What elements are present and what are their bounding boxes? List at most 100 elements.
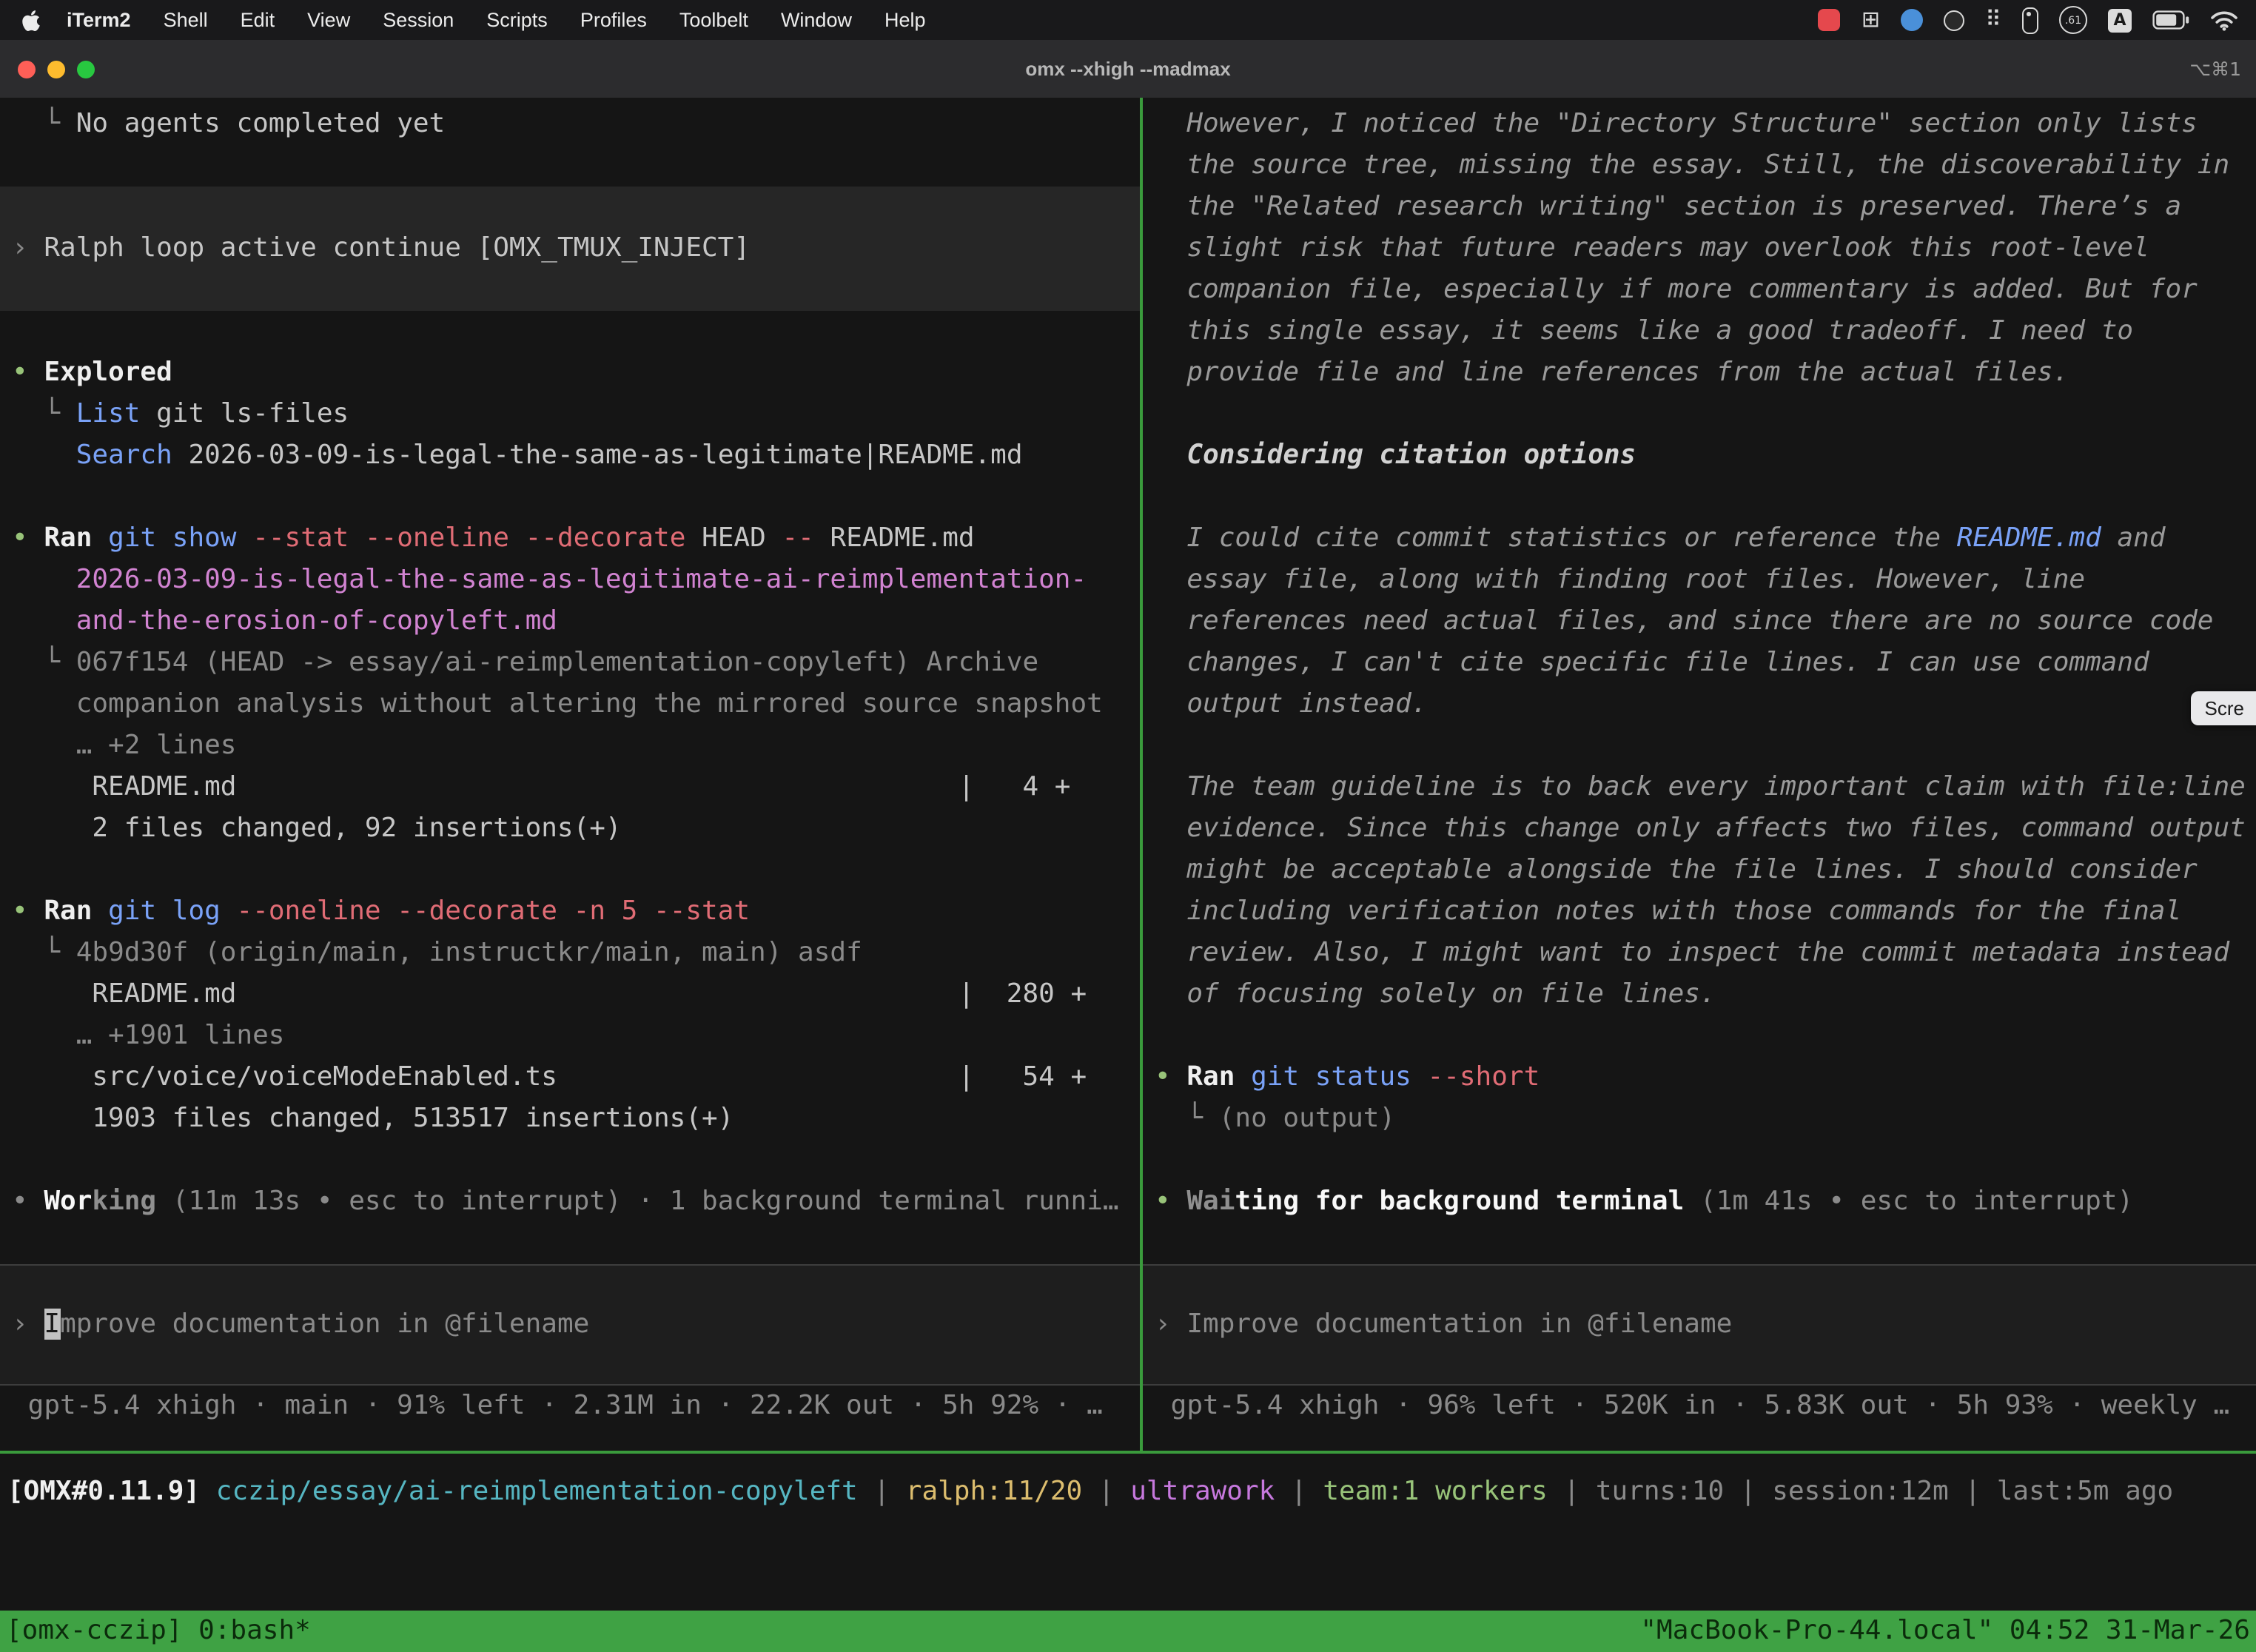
text-segment: the "Related research writing" section i… (1155, 191, 2181, 222)
text-segment: 2026-03-09-is-legal-the-same-as-legitima… (172, 440, 1023, 471)
terminal-line: The team guideline is to back every impo… (1143, 767, 2256, 808)
prompt-input-right[interactable]: › Improve documentation in @filename (1143, 1264, 2256, 1386)
text-segment: | (1949, 1476, 1997, 1507)
text-segment: and (2101, 523, 2166, 554)
dots-grid-icon[interactable]: ⠿ (1985, 9, 2001, 31)
apple-menu-icon[interactable] (21, 8, 41, 32)
menu-item-session[interactable]: Session (366, 9, 470, 31)
terminal-line: Considering citation options (1143, 435, 2256, 477)
text-segment: | (858, 1476, 906, 1507)
text-segment: gpt-5.4 xhigh · 96% left · 520K in · 5.8… (1155, 1390, 2229, 1421)
terminal-line: • Ran git log --oneline --decorate -n 5 … (0, 891, 1140, 933)
text-segment: git ls-files (140, 398, 349, 429)
terminal-line: review. Also, I might want to inspect th… (1143, 933, 2256, 974)
text-segment (1411, 1061, 1428, 1092)
text-segment: README.md | 280 + (12, 978, 1087, 1010)
omx-status-line: [OMX#0.11.9] cczip/essay/ai-reimplementa… (0, 1454, 2256, 1628)
menu-item-window[interactable]: Window (765, 9, 868, 31)
terminal-line: companion analysis without altering the … (0, 684, 1140, 725)
model-status-right: gpt-5.4 xhigh · 96% left · 520K in · 5.8… (1143, 1386, 2256, 1427)
window-shortcut: ⌥⌘1 (2189, 58, 2241, 80)
menu-item-toolbelt[interactable]: Toolbelt (663, 9, 765, 31)
battery-icon[interactable] (2152, 10, 2189, 30)
terminal-line: src/voice/voiceModeEnabled.ts | 54 + (0, 1057, 1140, 1098)
tmux-pane-left[interactable]: └ No agents completed yet› Ralph loop ac… (0, 98, 1140, 1451)
terminal-line (1143, 725, 2256, 767)
terminal-line: • Ran git show --stat --oneline --decora… (0, 518, 1140, 560)
text-segment: HEAD (685, 523, 782, 554)
tmux-session-window[interactable]: [omx-cczip] 0:bash* (6, 1611, 311, 1652)
text-segment: 067f154 (HEAD -> essay/ai-reimplementati… (76, 647, 1038, 678)
text-segment: Explored (44, 357, 172, 388)
screen: iTerm2ShellEditViewSessionScriptsProfile… (0, 0, 2256, 1652)
dark-app-icon[interactable] (1944, 10, 1964, 30)
menu-item-scripts[interactable]: Scripts (470, 9, 564, 31)
text-segment: Wai (1186, 1186, 1235, 1217)
menu-item-shell[interactable]: Shell (147, 9, 224, 31)
text-segment (92, 523, 108, 554)
text-segment (156, 1186, 172, 1217)
text-segment: › (1155, 1309, 1186, 1340)
text-segment: … +2 lines (12, 730, 236, 761)
text-segment: Ran (1186, 1061, 1235, 1092)
key-icon[interactable] (2022, 7, 2038, 33)
terminal-line: the "Related research writing" section i… (1143, 187, 2256, 228)
terminal-line: provide file and line references from th… (1143, 352, 2256, 394)
screen-recording-indicator-icon[interactable] (1819, 9, 1841, 31)
text-segment: --stat --oneline --decorate (252, 523, 685, 554)
menu-item-view[interactable]: View (291, 9, 366, 31)
terminal-line: … +2 lines (0, 725, 1140, 767)
menu-item-iterm2[interactable]: iTerm2 (50, 9, 147, 31)
text-segment: • (12, 1186, 44, 1217)
terminal-line (0, 477, 1140, 518)
text-segment: --short (1428, 1061, 1540, 1092)
text-segment (12, 440, 76, 471)
text-segment: README.md | 4 + (12, 771, 1071, 802)
text-segment: The team guideline is to back every impo… (1155, 771, 2246, 802)
text-segment: companion analysis without altering the … (12, 688, 1103, 719)
text-segment: └ (12, 398, 76, 429)
text-segment: └ (12, 647, 76, 678)
terminal-line (1143, 1015, 2256, 1057)
terminal-line: of focusing solely on file lines. (1143, 974, 2256, 1015)
text-segment: cczip/essay/ai-reimplementation-copyleft (216, 1476, 858, 1507)
text-segment: └ (1155, 1103, 1219, 1134)
menu-item-profiles[interactable]: Profiles (564, 9, 663, 31)
text-segment (221, 896, 237, 927)
terminal-line: Search 2026-03-09-is-legal-the-same-as-l… (0, 435, 1140, 477)
text-segment: · 1 background terminal runni… (622, 1186, 1119, 1217)
text-segment: 2 files changed, 92 insertions(+) (12, 813, 622, 844)
text-segment: ralph:11/20 (906, 1476, 1082, 1507)
terminal-line: references need actual files, and since … (1143, 601, 2256, 642)
terminal-line: └ No agents completed yet (0, 104, 1140, 145)
menu-item-edit[interactable]: Edit (224, 9, 292, 31)
terminal-line: • Explored (0, 352, 1140, 394)
text-segment: companion file, especially if more comme… (1155, 274, 2198, 305)
gauge-icon[interactable]: .61 (2059, 6, 2087, 34)
text-segment: evidence. Since this change only affects… (1155, 813, 2246, 844)
text-segment: session:12m (1772, 1476, 1948, 1507)
window-grid-icon[interactable]: ⊞ (1861, 9, 1880, 31)
text-segment: --oneline --decorate -n 5 --stat (237, 896, 751, 927)
menu-item-help[interactable]: Help (868, 9, 942, 31)
terminal-line (1143, 1140, 2256, 1181)
terminal-line: However, I noticed the "Directory Struct… (1143, 104, 2256, 145)
tmux-pane-right[interactable]: However, I noticed the "Directory Struct… (1143, 98, 2256, 1451)
menu-bar-status-icons: ⊞ ⠿ .61 A (1819, 6, 2256, 34)
terminal-line: this single essay, it seems like a good … (1143, 311, 2256, 352)
text-segment: • (12, 357, 44, 388)
terminal-line (0, 269, 1140, 311)
prompt-input-left[interactable]: › Improve documentation in @filename (0, 1264, 1140, 1386)
menu-items: iTerm2ShellEditViewSessionScriptsProfile… (50, 9, 942, 31)
input-source-icon[interactable]: A (2108, 8, 2132, 32)
text-segment: No agents completed yet (76, 108, 446, 139)
wifi-icon[interactable] (2210, 10, 2238, 30)
window-title-bar[interactable]: omx --xhigh --madmax ⌥⌘1 (0, 40, 2256, 99)
terminal-line: including verification notes with those … (1143, 891, 2256, 933)
terminal-line: • Working (11m 13s • esc to interrupt) ·… (0, 1181, 1140, 1223)
terminal-line: slight risk that future readers may over… (1143, 228, 2256, 269)
text-segment (237, 523, 253, 554)
blue-app-icon[interactable] (1901, 9, 1923, 31)
text-segment: | (1275, 1476, 1323, 1507)
prompt-line: › Improve documentation in @filename (1143, 1304, 2256, 1346)
